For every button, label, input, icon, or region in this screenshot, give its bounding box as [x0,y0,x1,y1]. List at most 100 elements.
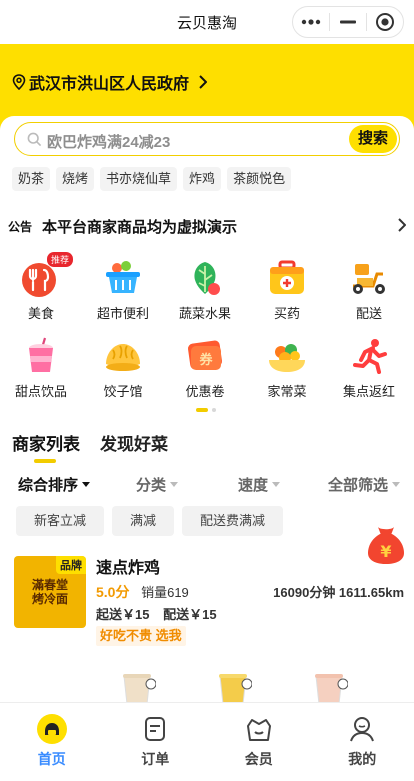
more-dots-icon [301,19,321,25]
profile-icon [346,713,378,745]
category-label: 家常菜 [246,381,328,400]
search-button[interactable]: 搜索 [349,125,397,153]
tab-orders[interactable]: 订单 [104,703,208,781]
drink-cup-icon [19,334,63,378]
shop-time-distance: 16090分钟 1611.65km [273,582,404,601]
location-text: 武汉市洪山区人民政府 [29,70,189,94]
hot-tag[interactable]: 奶茶 [12,167,50,191]
category-label: 美食 [0,303,82,322]
minus-icon [340,20,356,24]
shop-card[interactable]: 品牌 滿春堂 烤冷面 速点炸鸡 5.0分 销量619 16090分钟 1611.… [14,554,404,654]
category-label: 优惠卷 [164,381,246,400]
category-supermarket[interactable]: 超市便利 [82,256,164,322]
shop-name: 速点炸鸡 [96,554,160,578]
dropdown-triangle-icon [272,482,280,487]
category-food[interactable]: 推荐 美食 [0,256,82,322]
mini-program-capsule [292,6,404,38]
running-man-icon [347,334,391,378]
category-label: 买药 [246,303,328,322]
home-icon [36,713,68,745]
notice-tag: 公告 [8,218,32,235]
medicine-box-icon [265,256,309,300]
close-button[interactable] [367,7,403,37]
filter-bar: 综合排序 分类 速度 全部筛选 [0,474,414,496]
hot-tag[interactable]: 书亦烧仙草 [100,167,177,191]
shop-stats: 5.0分 销量619 16090分钟 1611.65km [96,582,404,602]
recommend-badge: 推荐 [47,252,73,267]
search-bar[interactable]: 欧巴炸鸡满24减23 搜索 [14,122,400,156]
notice-text: 本平台商家商品均为虚拟演示 [42,216,237,237]
indicator-dot-active [196,408,208,412]
hot-tag[interactable]: 烧烤 [56,167,94,191]
dropdown-triangle-icon [82,482,90,487]
filter-category[interactable]: 分类 [136,474,178,495]
category-coupon[interactable]: 券 优惠卷 [164,334,246,400]
minimize-button[interactable] [330,7,366,37]
delivery-fee: 配送￥15 [163,607,216,622]
milk-tea-cup-icon [120,670,156,704]
category-drink[interactable]: 甜点饮品 [0,334,82,400]
tab-label: 会员 [207,749,311,769]
min-order: 起送￥15 [96,607,149,622]
coupon-icon: 券 [183,334,227,378]
milk-tea-cup-icon [216,670,252,704]
shop-logo: 品牌 滿春堂 烤冷面 [14,556,86,628]
bottom-tab-bar: 首页 订单 会员 我的 [0,702,414,780]
shop-score: 5.0分 [96,584,129,600]
dropdown-triangle-icon [170,482,178,487]
notice-bar[interactable]: 公告 本平台商家商品均为虚拟演示 [8,214,410,238]
chevron-right-icon [398,218,406,232]
dropdown-triangle-icon [392,482,400,487]
svg-text:券: 券 [198,352,213,368]
target-circle-icon [375,12,395,32]
category-label: 蔬菜水果 [164,303,246,322]
hot-tags: 奶茶 烧烤 书亦烧仙草 炸鸡 茶颜悦色 [12,167,291,191]
filter-all[interactable]: 全部筛选 [328,474,400,495]
page-indicator [196,408,216,412]
shop-delivery-info: 起送￥15 配送￥15 [96,604,227,623]
dumpling-icon [101,334,145,378]
tab-label: 订单 [104,749,208,769]
promo-tag: 好吃不贵 选我 [96,626,186,646]
title-bar: 云贝惠淘 [0,0,414,44]
chip-new-customer[interactable]: 新客立减 [16,506,104,536]
supermarket-basket-icon [101,256,145,300]
filter-sort[interactable]: 综合排序 [18,474,90,495]
product-preview-row [0,670,414,704]
hot-tag[interactable]: 茶颜悦色 [227,167,291,191]
tab-label: 首页 [0,749,104,769]
category-label: 集点返红 [328,381,410,400]
category-points[interactable]: 集点返红 [328,334,410,400]
more-button[interactable] [293,7,329,37]
vegetable-icon [183,256,227,300]
tab-member[interactable]: 会员 [207,703,311,781]
category-label: 超市便利 [82,303,164,322]
shop-sales: 销量619 [141,585,189,600]
chip-delivery-discount[interactable]: 配送费满减 [182,506,283,536]
active-tab-underline [34,459,56,463]
location-pin-icon [12,74,26,90]
category-label: 配送 [328,303,410,322]
filter-speed[interactable]: 速度 [238,474,280,495]
member-icon [243,713,275,745]
chip-discount[interactable]: 满减 [112,506,174,536]
filter-label: 分类 [136,474,166,495]
home-dish-icon [265,334,309,378]
category-vegetable[interactable]: 蔬菜水果 [164,256,246,322]
tab-discover-dishes[interactable]: 发现好菜 [100,430,168,455]
tab-profile[interactable]: 我的 [311,703,414,781]
hot-tag[interactable]: 炸鸡 [183,167,221,191]
milk-tea-cup-icon [312,670,348,704]
tab-home[interactable]: 首页 [0,703,104,781]
category-medicine[interactable]: 买药 [246,256,328,322]
category-delivery[interactable]: 配送 [328,256,410,322]
category-home-dish[interactable]: 家常菜 [246,334,328,400]
order-icon [139,713,171,745]
search-input[interactable]: 欧巴炸鸡满24减23 [47,131,170,152]
category-label: 甜点饮品 [0,381,82,400]
category-dumpling[interactable]: 饺子馆 [82,334,164,400]
category-label: 饺子馆 [82,381,164,400]
tab-merchant-list[interactable]: 商家列表 [12,430,80,455]
chevron-right-icon [199,75,207,89]
location-selector[interactable]: 武汉市洪山区人民政府 [12,70,207,94]
